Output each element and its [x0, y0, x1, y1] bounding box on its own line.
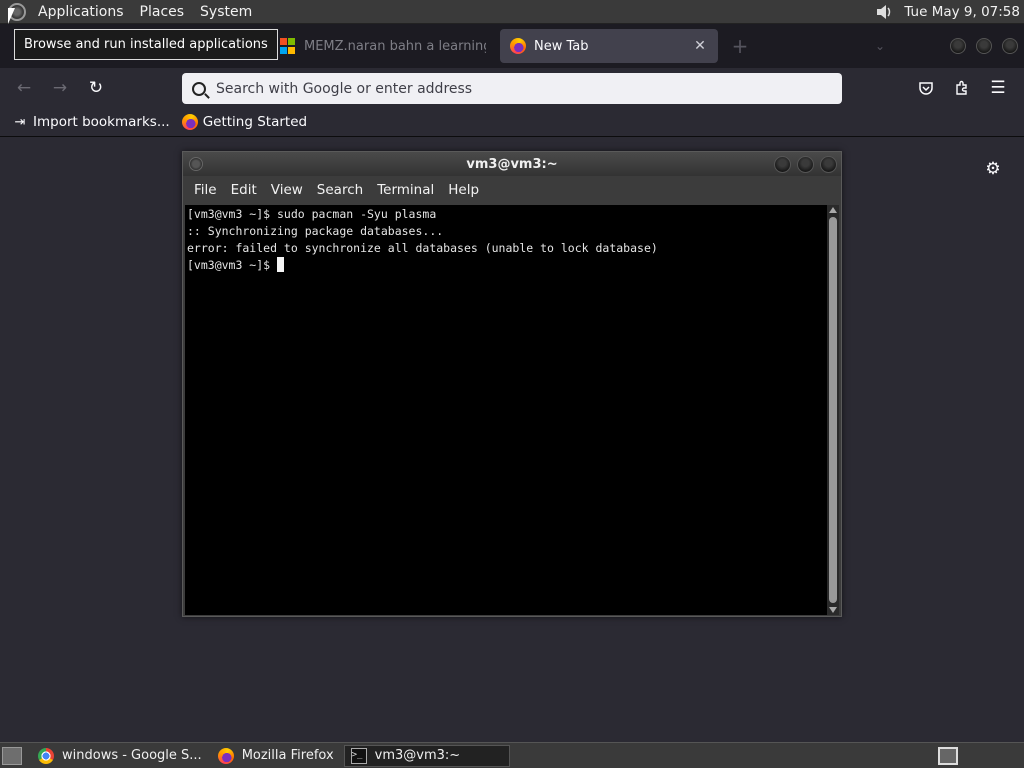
show-desktop-icon[interactable]	[2, 746, 22, 765]
browser-nav-bar: ← → ↻ ☰	[0, 68, 1024, 108]
panel-clock[interactable]: Tue May 9, 07:58	[904, 4, 1020, 20]
tab-new-tab[interactable]: New Tab ✕	[500, 29, 718, 63]
gear-icon[interactable]: ⚙	[984, 160, 1002, 178]
search-icon	[192, 81, 206, 96]
menu-edit[interactable]: Edit	[224, 182, 264, 198]
menu-view[interactable]: View	[264, 182, 310, 198]
tab-title: New Tab	[534, 38, 589, 54]
new-tab-button[interactable]: +	[730, 36, 750, 56]
menu-file[interactable]: File	[187, 182, 224, 198]
terminal-line: [vm3@vm3 ~]$ sudo pacman -Syu plasma	[187, 207, 437, 221]
taskbar-item-chrome[interactable]: windows - Google S...	[32, 745, 208, 767]
scroll-up-arrow-icon[interactable]	[829, 207, 837, 213]
back-arrow-icon[interactable]: ←	[6, 72, 42, 104]
bookmark-label: Import bookmarks...	[33, 114, 170, 130]
workspace-switcher[interactable]	[938, 747, 958, 765]
task-label: vm3@vm3:~	[374, 748, 461, 763]
firefox-icon	[181, 114, 198, 130]
terminal-output[interactable]: [vm3@vm3 ~]$ sudo pacman -Syu plasma :: …	[185, 205, 827, 615]
terminal-prompt-line: [vm3@vm3 ~]$	[187, 257, 825, 274]
microsoft-logo-icon	[280, 38, 296, 54]
terminal-window-controls	[774, 156, 837, 173]
bookmarks-toolbar: ⇥ Import bookmarks... Getting Started	[0, 108, 1024, 137]
firefox-icon	[510, 38, 526, 54]
terminal-window: vm3@vm3:~ File Edit View Search Terminal…	[182, 151, 842, 617]
address-bar[interactable]	[182, 73, 842, 104]
tab-title: MEMZ.naran bahn a learning.v	[304, 38, 486, 54]
task-label: windows - Google S...	[62, 748, 202, 763]
pocket-icon[interactable]	[910, 72, 942, 104]
reload-icon[interactable]: ↻	[78, 72, 114, 104]
menu-places[interactable]: Places	[136, 4, 189, 20]
volume-icon[interactable]	[874, 2, 894, 22]
taskbar-item-firefox[interactable]: Mozilla Firefox	[212, 745, 340, 767]
window-controls	[950, 38, 1018, 54]
menu-search[interactable]: Search	[310, 182, 370, 198]
bookmark-label: Getting Started	[202, 114, 308, 130]
terminal-scrollbar[interactable]	[827, 205, 839, 615]
terminal-menubar: File Edit View Search Terminal Help	[183, 176, 841, 204]
maximize-button[interactable]	[797, 156, 814, 173]
maximize-button[interactable]	[976, 38, 992, 54]
terminal-titlebar[interactable]: vm3@vm3:~	[183, 152, 841, 176]
address-input[interactable]	[216, 80, 816, 97]
text-cursor	[277, 257, 285, 272]
extensions-icon[interactable]	[946, 72, 978, 104]
close-tab-icon[interactable]: ✕	[692, 38, 708, 54]
menu-help[interactable]: Help	[441, 182, 486, 198]
terminal-icon: >_	[350, 747, 367, 764]
minimize-button[interactable]	[774, 156, 791, 173]
chrome-icon	[38, 747, 54, 764]
forward-arrow-icon[interactable]: →	[42, 72, 78, 104]
terminal-prompt: [vm3@vm3 ~]$	[187, 258, 278, 272]
task-label: Mozilla Firefox	[241, 748, 334, 763]
terminal-title: vm3@vm3:~	[466, 156, 558, 172]
tab-memz[interactable]: MEMZ.naran bahn a learning.v	[270, 29, 496, 63]
firefox-icon	[217, 747, 234, 764]
close-window-button[interactable]	[820, 156, 837, 173]
taskbar-item-terminal[interactable]: >_ vm3@vm3:~	[343, 744, 510, 767]
top-panel: Applications Places System Tue May 9, 07…	[0, 0, 1024, 24]
applications-tooltip: Browse and run installed applications	[14, 29, 278, 60]
terminal-line: :: Synchronizing package databases...	[187, 224, 444, 238]
bottom-panel: windows - Google S... Mozilla Firefox >_…	[0, 742, 1024, 768]
close-window-button[interactable]	[1002, 38, 1018, 54]
menu-applications[interactable]: Applications	[34, 4, 128, 20]
bookmark-getting-started[interactable]: Getting Started	[181, 114, 308, 130]
window-menu-icon[interactable]	[189, 157, 203, 171]
hamburger-menu-icon[interactable]: ☰	[982, 72, 1014, 104]
minimize-button[interactable]	[950, 38, 966, 54]
menu-system[interactable]: System	[196, 4, 256, 20]
scroll-down-arrow-icon[interactable]	[829, 607, 837, 613]
list-all-tabs-chevron-icon[interactable]: ⌄	[870, 36, 890, 56]
terminal-line: error: failed to synchronize all databas…	[187, 241, 658, 255]
bookmark-import[interactable]: ⇥ Import bookmarks...	[12, 114, 170, 130]
toolbar-right: ☰	[910, 72, 1014, 104]
import-icon: ⇥	[14, 114, 26, 130]
menu-terminal[interactable]: Terminal	[370, 182, 441, 198]
mouse-pointer-icon	[8, 8, 15, 24]
scrollbar-thumb[interactable]	[829, 217, 837, 603]
